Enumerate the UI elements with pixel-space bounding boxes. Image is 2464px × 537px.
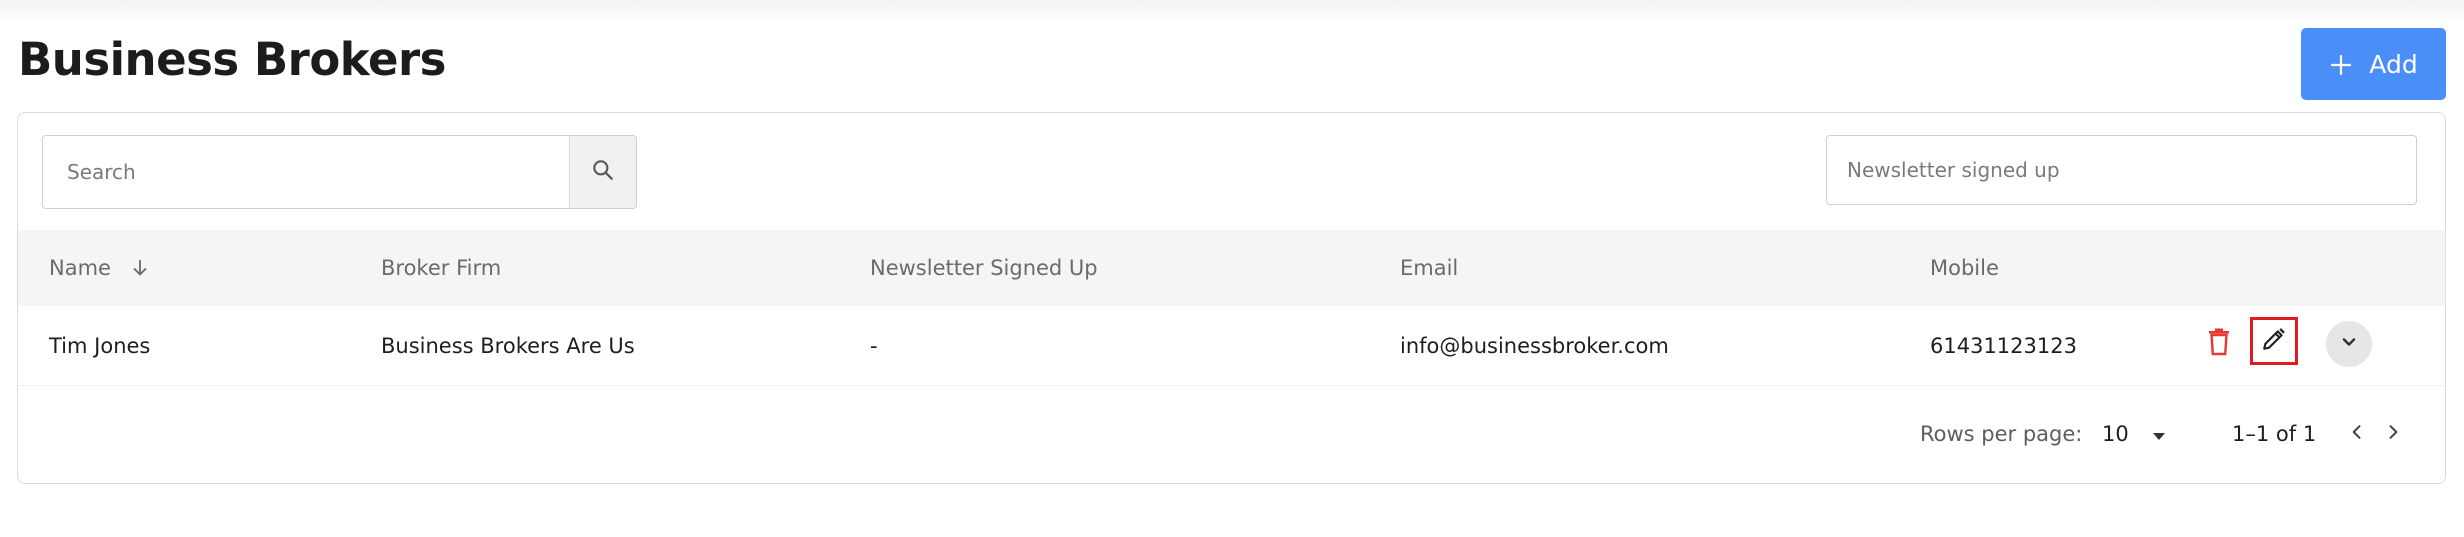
search-icon xyxy=(590,157,616,187)
chevron-left-icon xyxy=(2347,422,2367,446)
pagination-range: 1–1 of 1 xyxy=(2232,422,2317,446)
trash-icon xyxy=(2208,328,2230,360)
rows-per-page-label: Rows per page: xyxy=(1920,422,2083,446)
delete-button[interactable] xyxy=(2208,328,2230,360)
column-header-newsletter[interactable]: Newsletter Signed Up xyxy=(870,230,1098,306)
table-row[interactable]: Tim Jones Business Brokers Are Us - info… xyxy=(18,306,2445,386)
pencil-icon xyxy=(2261,326,2287,356)
rows-per-page-value: 10 xyxy=(2102,422,2129,446)
column-header-label: Name xyxy=(49,256,111,280)
rows-per-page-select[interactable]: 10 xyxy=(2102,386,2167,482)
column-header-name[interactable]: Name xyxy=(49,230,151,306)
cell-mobile: 61431123123 xyxy=(1930,333,2077,358)
chevron-down-icon xyxy=(2339,332,2359,356)
arrow-down-icon[interactable] xyxy=(129,257,151,279)
search-input[interactable]: Search xyxy=(43,136,569,208)
chevron-right-icon xyxy=(2383,422,2403,446)
brokers-table-card: Search Newsletter signed up Name Broker … xyxy=(17,112,2446,484)
search-button[interactable] xyxy=(569,136,636,208)
column-header-email[interactable]: Email xyxy=(1400,230,1458,306)
edit-button[interactable] xyxy=(2250,317,2298,365)
caret-down-icon xyxy=(2151,422,2167,446)
cell-name: Tim Jones xyxy=(49,333,151,358)
expand-row-button[interactable] xyxy=(2326,321,2372,367)
pagination: Rows per page: 10 1–1 of 1 xyxy=(18,386,2445,482)
newsletter-filter-input[interactable]: Newsletter signed up xyxy=(1826,135,2417,205)
cell-email: info@businessbroker.com xyxy=(1400,333,1669,358)
next-page-button[interactable] xyxy=(2378,419,2408,449)
add-button[interactable]: Add xyxy=(2301,28,2446,100)
cell-broker-firm: Business Brokers Are Us xyxy=(381,333,635,358)
previous-page-button[interactable] xyxy=(2342,419,2372,449)
search-box: Search xyxy=(42,135,637,209)
table-header: Name Broker Firm Newsletter Signed Up Em… xyxy=(18,230,2445,306)
plus-icon xyxy=(2329,45,2353,83)
top-shadow xyxy=(0,0,2464,26)
page-title: Business Brokers xyxy=(18,33,446,86)
column-header-mobile[interactable]: Mobile xyxy=(1930,230,1999,306)
add-button-label: Add xyxy=(2369,49,2418,79)
column-header-broker-firm[interactable]: Broker Firm xyxy=(381,230,501,306)
cell-newsletter: - xyxy=(870,333,878,358)
